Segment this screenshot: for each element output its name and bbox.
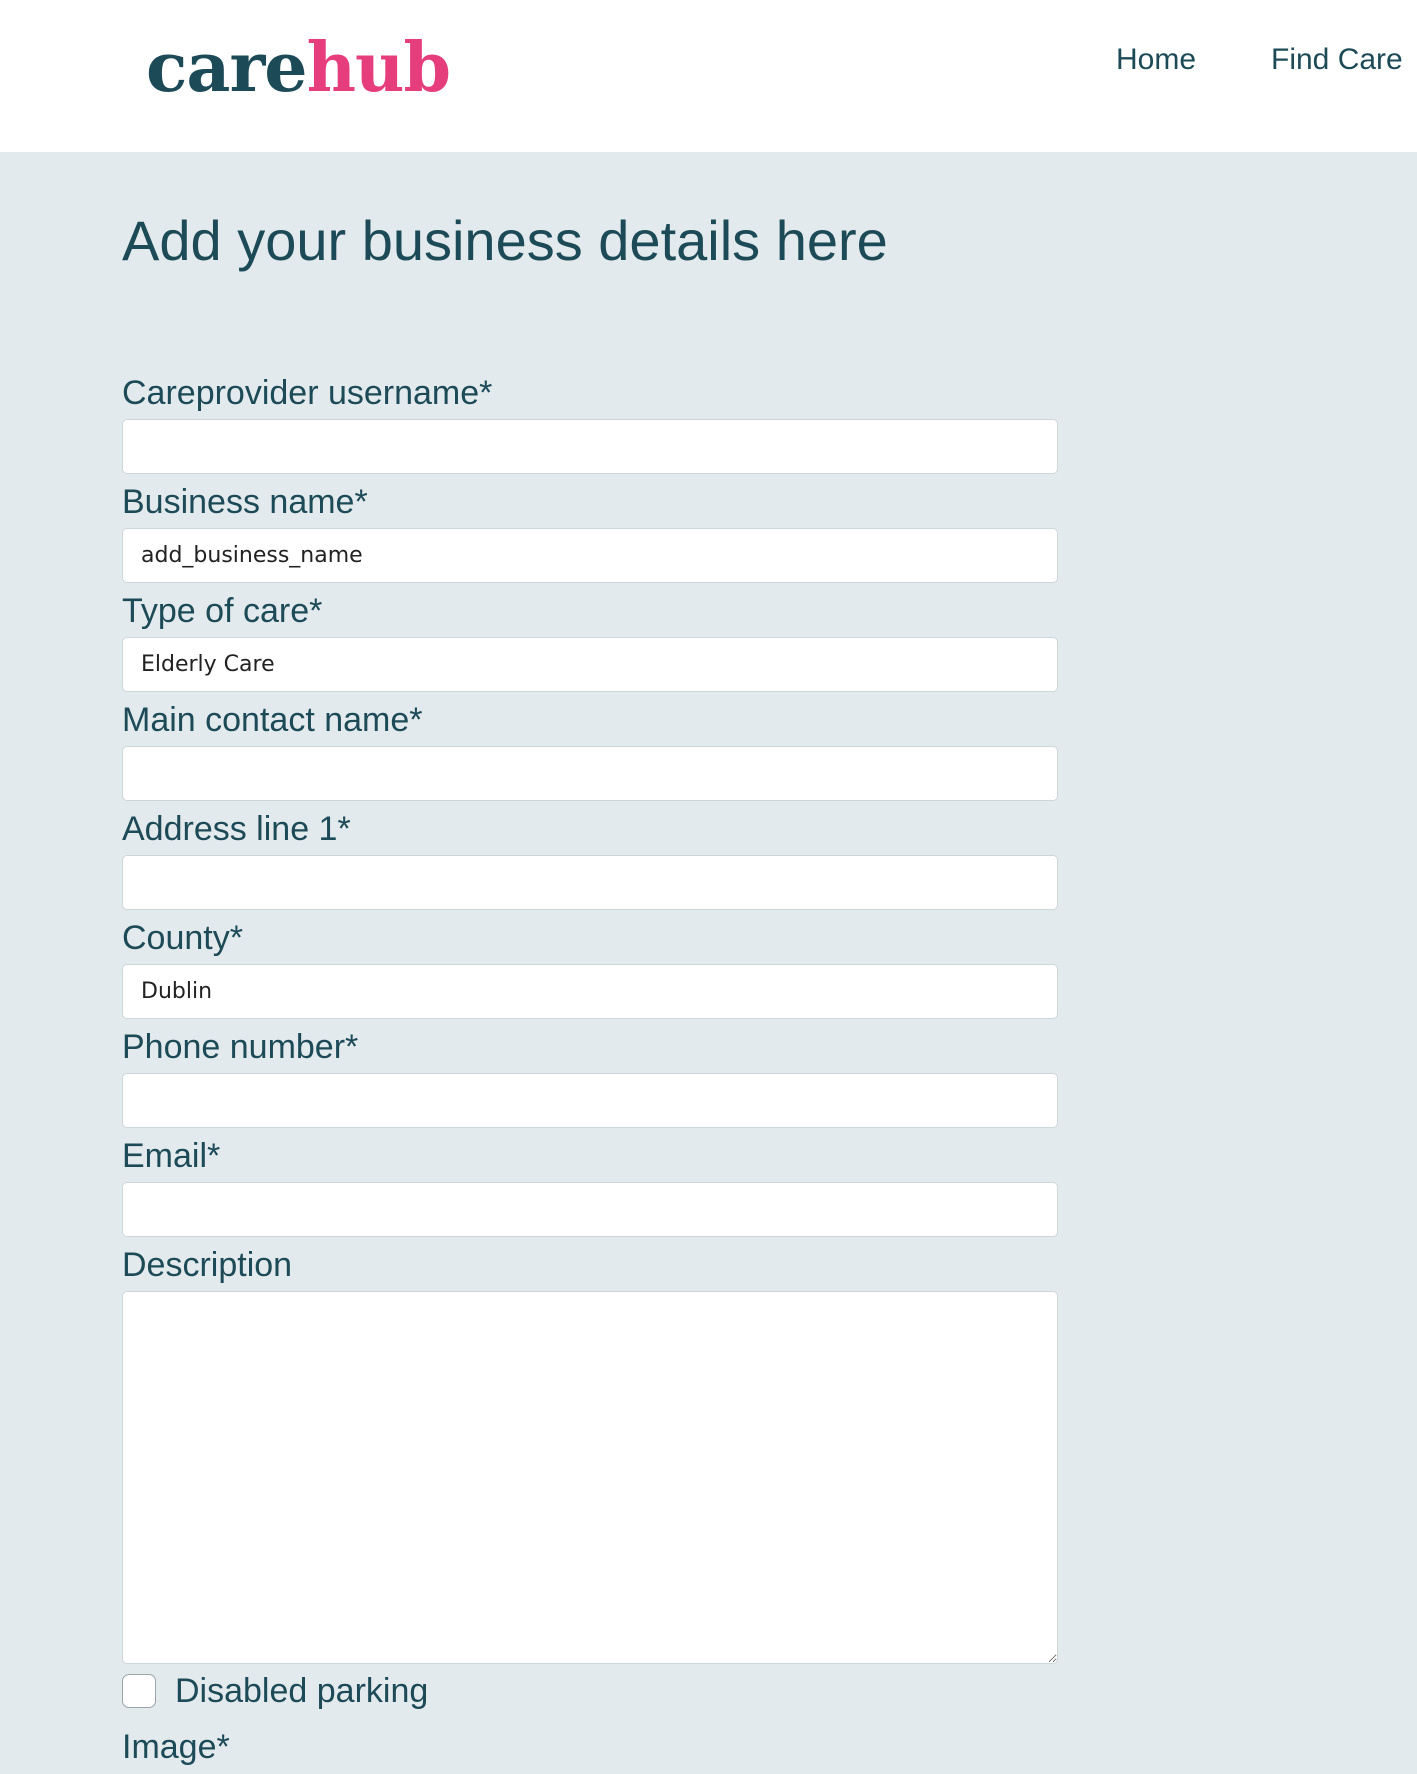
description-textarea[interactable] bbox=[122, 1291, 1058, 1664]
disabled-parking-checkbox[interactable] bbox=[122, 1674, 156, 1708]
email-label: Email* bbox=[122, 1137, 221, 1175]
page-title: Add your business details here bbox=[122, 209, 888, 272]
disabled-parking-label: Disabled parking bbox=[175, 1672, 429, 1710]
business-name-label: Business name* bbox=[122, 483, 368, 521]
business-name-input[interactable] bbox=[122, 528, 1058, 583]
address-line-1-label: Address line 1* bbox=[122, 810, 351, 848]
site-header: carehub Home Find Care bbox=[0, 0, 1417, 152]
carehub-logo[interactable]: carehub bbox=[146, 20, 451, 116]
careprovider-username-label: Careprovider username* bbox=[122, 374, 493, 412]
logo-text-care: care bbox=[146, 28, 308, 108]
nav-home-link[interactable]: Home bbox=[1116, 40, 1196, 80]
address-line-1-input[interactable] bbox=[122, 855, 1058, 910]
type-of-care-input[interactable] bbox=[122, 637, 1058, 692]
type-of-care-label: Type of care* bbox=[122, 592, 323, 630]
description-label: Description bbox=[122, 1246, 293, 1284]
careprovider-username-input[interactable] bbox=[122, 419, 1058, 474]
main-contact-name-label: Main contact name* bbox=[122, 701, 423, 739]
county-label: County* bbox=[122, 919, 243, 957]
main-contact-name-input[interactable] bbox=[122, 746, 1058, 801]
phone-number-input[interactable] bbox=[122, 1073, 1058, 1128]
county-input[interactable] bbox=[122, 964, 1058, 1019]
nav-find-care-link[interactable]: Find Care bbox=[1271, 40, 1403, 80]
logo-text-hub: hub bbox=[306, 28, 451, 108]
image-label: Image* bbox=[122, 1728, 230, 1766]
email-input[interactable] bbox=[122, 1182, 1058, 1237]
phone-number-label: Phone number* bbox=[122, 1028, 359, 1066]
